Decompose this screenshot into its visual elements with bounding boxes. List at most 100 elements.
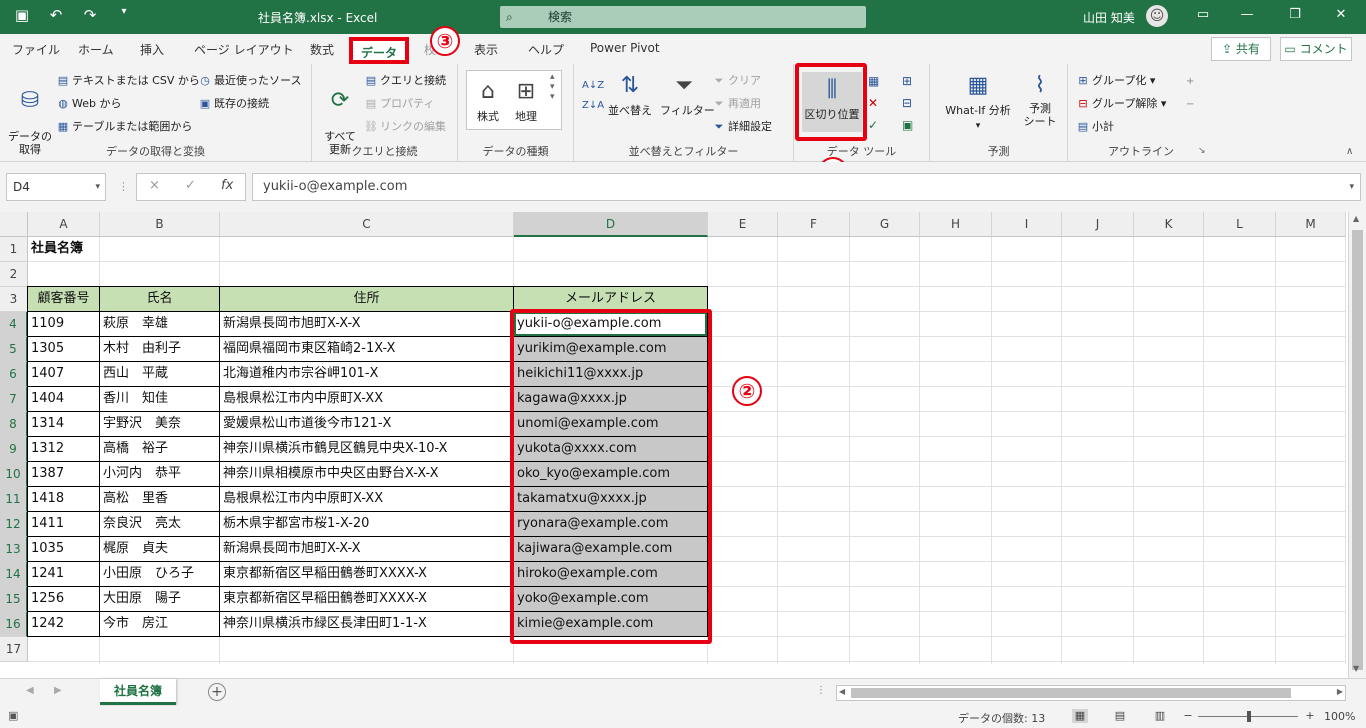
table-cell[interactable]: 1256 xyxy=(28,587,99,611)
column-header-b[interactable]: B xyxy=(100,212,220,237)
scroll-thumb[interactable] xyxy=(851,688,1291,698)
customize-icon[interactable]: ▾ xyxy=(114,6,134,24)
normal-view-icon[interactable]: ▦ xyxy=(1072,709,1088,723)
column-header-i[interactable]: I xyxy=(992,212,1062,237)
stocks-button[interactable]: ⌂ 株式 xyxy=(472,78,504,124)
comment-button[interactable]: ▭ コメント xyxy=(1280,37,1352,61)
table-cell[interactable]: 1241 xyxy=(28,562,99,586)
queries-connections-button[interactable]: ▤ クエリと接続 xyxy=(364,72,446,88)
table-cell[interactable]: 香川 知佳 xyxy=(100,387,219,411)
vertical-scrollbar[interactable]: ▲ ▼ xyxy=(1348,212,1366,678)
formula-input[interactable]: yukii-o@example.com ▾ xyxy=(252,173,1361,201)
table-cell[interactable]: 木村 由利子 xyxy=(100,337,219,361)
insert-function-icon[interactable]: fx xyxy=(221,178,233,193)
advanced-button[interactable]: ⏷ 詳細設定 xyxy=(712,118,772,134)
row-header-10[interactable]: 10 xyxy=(0,462,28,487)
select-all-corner[interactable] xyxy=(0,212,28,237)
table-cell[interactable]: 愛媛県松山市道後今市121-X xyxy=(220,412,513,436)
table-cell[interactable]: 今市 房江 xyxy=(100,612,219,636)
table-cell[interactable]: 1109 xyxy=(28,312,99,336)
collapse-ribbon-icon[interactable]: ∧ xyxy=(1346,146,1353,157)
table-cell[interactable]: 1387 xyxy=(28,462,99,486)
row-header-15[interactable]: 15 xyxy=(0,587,28,612)
reapply-button[interactable]: ⏷ 再適用 xyxy=(712,95,761,111)
minimize-icon[interactable]: — xyxy=(1232,7,1262,22)
row-header-14[interactable]: 14 xyxy=(0,562,28,587)
sort-button[interactable]: ⇅ 並べ替え xyxy=(608,72,652,118)
show-detail-icon[interactable]: + − xyxy=(1186,70,1194,116)
text-csv-button[interactable]: ▤ テキストまたは CSV から xyxy=(56,72,200,88)
table-cell[interactable]: 小田原 ひろ子 xyxy=(100,562,219,586)
redo-icon[interactable]: ↷ xyxy=(80,6,100,24)
table-cell[interactable]: 東京都新宿区早稲田鶴巻町XXXX-X xyxy=(220,587,513,611)
sheet-title-cell[interactable]: 社員名簿 xyxy=(28,237,148,261)
header-cell[interactable]: メールアドレス xyxy=(514,287,707,311)
table-cell[interactable]: 神奈川県横浜市鶴見区鶴見中央X-10-X xyxy=(220,437,513,461)
page-break-view-icon[interactable]: ▥ xyxy=(1152,709,1168,723)
table-cell[interactable]: 1242 xyxy=(28,612,99,636)
row-header-9[interactable]: 9 xyxy=(0,437,28,462)
forecast-sheet-button[interactable]: ⌇ 予測 シート xyxy=(1020,72,1060,128)
scroll-right-icon[interactable]: ▶ xyxy=(1337,687,1343,696)
splitter-icon[interactable]: ⋮ xyxy=(816,685,826,696)
column-header-l[interactable]: L xyxy=(1204,212,1276,237)
row-header-5[interactable]: 5 xyxy=(0,337,28,362)
column-header-h[interactable]: H xyxy=(920,212,992,237)
table-cell[interactable]: 1418 xyxy=(28,487,99,511)
filter-button[interactable]: ⏷ フィルター xyxy=(660,72,715,118)
geography-button[interactable]: ⊞ 地理 xyxy=(510,78,542,124)
enter-icon[interactable]: ✓ xyxy=(185,178,196,193)
row-header-4[interactable]: 4 xyxy=(0,312,28,337)
row-header-13[interactable]: 13 xyxy=(0,537,28,562)
tab-help[interactable]: ヘルプ xyxy=(528,41,564,58)
header-cell[interactable]: 氏名 xyxy=(100,287,219,311)
search-box[interactable]: ⌕ 検索 xyxy=(500,6,866,28)
user-name[interactable]: 山田 知美 xyxy=(1083,9,1135,26)
macro-record-icon[interactable]: ▣ xyxy=(8,709,18,722)
tab-page-layout[interactable]: ページ レイアウト xyxy=(194,41,294,58)
scroll-up-icon[interactable]: ▲ xyxy=(1353,214,1359,223)
row-header-16[interactable]: 16 xyxy=(0,612,28,637)
flash-fill-icon[interactable]: ▦ ✕ ✓ xyxy=(868,70,879,136)
properties-button[interactable]: ▤ プロパティ xyxy=(364,95,435,111)
scroll-down-icon[interactable]: ▼ xyxy=(1353,664,1359,673)
row-header-6[interactable]: 6 xyxy=(0,362,28,387)
what-if-button[interactable]: ▦ What-If 分析 ▾ xyxy=(940,72,1016,131)
row-header-7[interactable]: 7 xyxy=(0,387,28,412)
ungroup-button[interactable]: ⊟ グループ解除 ▾ xyxy=(1076,95,1166,111)
share-button[interactable]: ⇪ 共有 xyxy=(1211,37,1271,61)
table-cell[interactable]: 宇野沢 美奈 xyxy=(100,412,219,436)
column-header-j[interactable]: J xyxy=(1062,212,1134,237)
table-cell[interactable]: 西山 平蔵 xyxy=(100,362,219,386)
restore-icon[interactable]: ❐ xyxy=(1280,7,1310,22)
table-cell[interactable]: 高松 里香 xyxy=(100,487,219,511)
column-header-k[interactable]: K xyxy=(1134,212,1204,237)
row-header-3[interactable]: 3 xyxy=(0,287,28,312)
tab-file[interactable]: ファイル xyxy=(12,41,60,58)
edit-links-button[interactable]: ⛓ リンクの編集 xyxy=(364,118,446,134)
column-header-c[interactable]: C xyxy=(220,212,514,237)
zoom-in-icon[interactable]: + xyxy=(1302,709,1318,723)
table-cell[interactable]: 1312 xyxy=(28,437,99,461)
sort-asc-button[interactable]: A↓Z Z↓A xyxy=(582,76,604,116)
prev-sheet-icon[interactable]: ◀ xyxy=(26,685,34,696)
table-cell[interactable]: 新潟県長岡市旭町X-X-X xyxy=(220,312,513,336)
clear-button[interactable]: ⏷ クリア xyxy=(712,72,761,88)
row-header-1[interactable]: 1 xyxy=(0,237,28,262)
table-cell[interactable]: 1404 xyxy=(28,387,99,411)
cancel-icon[interactable]: × xyxy=(149,178,160,193)
scroll-thumb[interactable] xyxy=(1352,230,1363,670)
table-cell[interactable]: 島根県松江市内中原町X-XX xyxy=(220,387,513,411)
column-header-f[interactable]: F xyxy=(778,212,850,237)
save-icon[interactable]: ▣ xyxy=(12,6,32,24)
table-cell[interactable]: 萩原 幸雄 xyxy=(100,312,219,336)
table-cell[interactable]: 1407 xyxy=(28,362,99,386)
ribbon-display-icon[interactable]: ▭ xyxy=(1188,7,1218,22)
consolidate-icon[interactable]: ⊞ ⊟ ▣ xyxy=(902,70,913,136)
tab-insert[interactable]: 挿入 xyxy=(140,41,164,58)
table-range-button[interactable]: ▦ テーブルまたは範囲から xyxy=(56,118,193,134)
table-cell[interactable]: 島根県松江市内中原町X-XX xyxy=(220,487,513,511)
table-cell[interactable]: 福岡県福岡市東区箱崎2-1X-X xyxy=(220,337,513,361)
group-button[interactable]: ⊞ グループ化 ▾ xyxy=(1076,72,1155,88)
table-cell[interactable]: 栃木県宇都宮市桜1-X-20 xyxy=(220,512,513,536)
